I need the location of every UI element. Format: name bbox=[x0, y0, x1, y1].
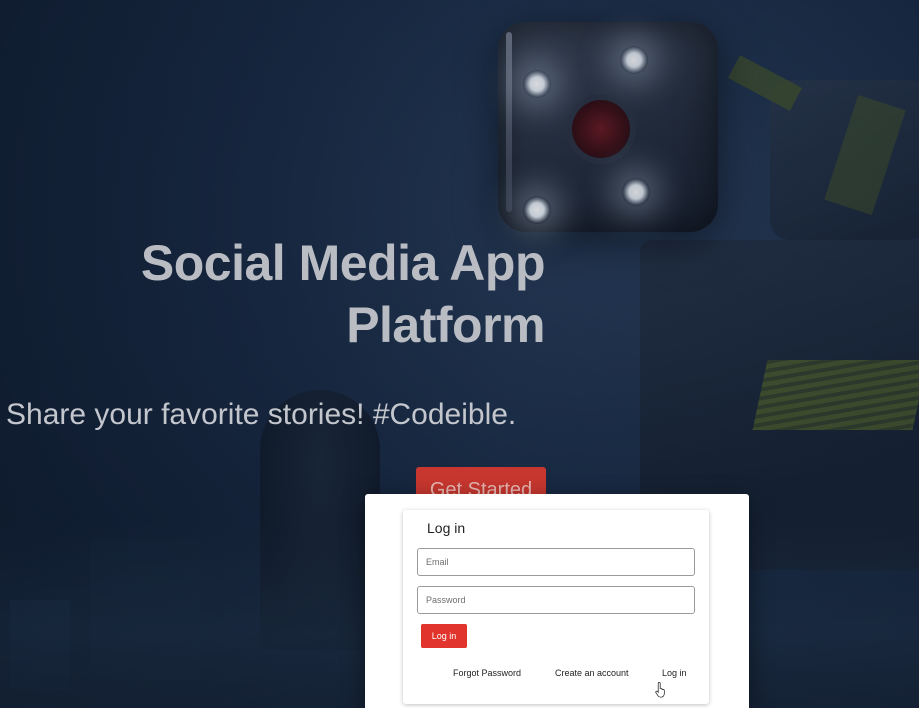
landing-page: Social Media App Platform Share your fav… bbox=[0, 0, 919, 708]
hand-pointer-icon bbox=[655, 682, 665, 698]
hero-title: Social Media App Platform bbox=[25, 232, 546, 356]
email-field[interactable] bbox=[417, 548, 695, 576]
login-submit-button[interactable]: Log in bbox=[421, 624, 467, 648]
password-field[interactable] bbox=[417, 586, 695, 614]
hero-subtitle: Share your favorite stories! #Codeible. bbox=[6, 398, 517, 431]
create-account-link[interactable]: Create an account bbox=[555, 668, 629, 678]
login-card: Log in Log in Forgot Password Create an … bbox=[403, 510, 709, 704]
login-modal: Log in Log in Forgot Password Create an … bbox=[365, 494, 749, 708]
login-link[interactable]: Log in bbox=[662, 668, 687, 678]
forgot-password-link[interactable]: Forgot Password bbox=[453, 668, 521, 678]
hero-title-line-1: Social Media App bbox=[140, 235, 546, 291]
hero-title-line-2: Platform bbox=[346, 297, 545, 353]
login-title: Log in bbox=[427, 520, 466, 536]
